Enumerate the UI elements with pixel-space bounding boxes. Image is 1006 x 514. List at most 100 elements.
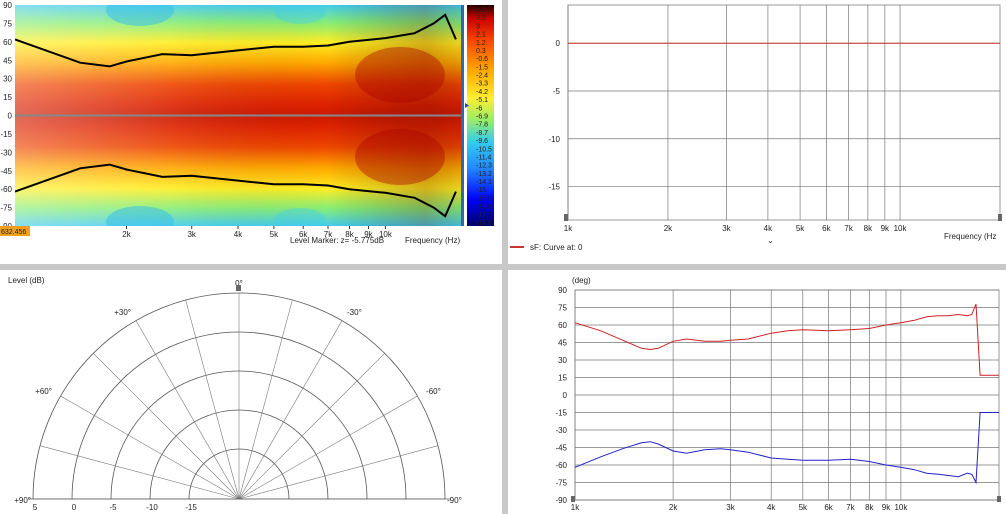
colorbar-label: -3.3 xyxy=(476,81,488,88)
sonogram-y-tick: 75 xyxy=(3,19,12,28)
colorbar-label: -14.1 xyxy=(476,179,492,186)
sonogram-x-tick: 5k xyxy=(270,230,279,239)
phase-y-tick: -75 xyxy=(555,479,567,488)
colorbar-label: -0.6 xyxy=(476,56,488,63)
phase-y-tick: 75 xyxy=(558,304,567,313)
polar-spoke xyxy=(93,353,240,500)
colorbar-label: -16.8 xyxy=(476,204,492,211)
sonogram-chart[interactable]: 9075604530150-15-30-45-60-75-90 2k3k4k5k… xyxy=(0,0,502,264)
colorbar-label: -5.1 xyxy=(476,97,488,104)
phase-x-tick: 1k xyxy=(571,503,580,512)
colorbar-label: -15 xyxy=(476,187,486,194)
colorbar-label: -10.5 xyxy=(476,146,492,153)
response-x-tick: 9k xyxy=(881,224,890,233)
phase-y-tick: -90 xyxy=(555,496,567,505)
colorbar-label: -13.2 xyxy=(476,171,492,178)
polar-top-handle[interactable] xyxy=(236,285,241,291)
response-x-tick: 3k xyxy=(722,224,731,233)
polar-spoke xyxy=(60,395,240,500)
vertical-splitter[interactable] xyxy=(502,0,508,514)
colorbar-label: 3.9 xyxy=(476,15,486,22)
response-y-tick: -10 xyxy=(548,135,560,144)
phase-x-tick: 3k xyxy=(726,503,735,512)
colorbar-label: -12.3 xyxy=(476,163,492,170)
response-x-tick: 5k xyxy=(796,224,805,233)
polar-angle-label: -60° xyxy=(426,387,441,396)
phase-x-tick: 9k xyxy=(882,503,891,512)
response-y-tick: 0 xyxy=(556,39,561,48)
level-marker-label: Level Marker: z= -5.775dB xyxy=(290,236,384,245)
sonogram-x-tick: 3k xyxy=(187,230,196,239)
response-x-tick: 10k xyxy=(894,224,908,233)
polar-angle-label: -30° xyxy=(347,308,362,317)
response-x-tick: 1k xyxy=(564,224,573,233)
polar-level-label: Level (dB) xyxy=(8,276,45,285)
polar-ring-label: -15 xyxy=(185,503,197,512)
phase-y-tick: -15 xyxy=(555,409,567,418)
colorbar-label: 2.1 xyxy=(476,32,486,39)
chevron-down-icon[interactable]: ⌄ xyxy=(767,236,774,245)
legend-label: sF: Curve at: 0 xyxy=(530,243,583,252)
sonogram-x-tick: 4k xyxy=(234,230,243,239)
polar-ring-label: -5 xyxy=(109,503,117,512)
colorbar-label: -8.7 xyxy=(476,130,488,137)
colorbar-label: -9.6 xyxy=(476,138,488,145)
x-scroll-handle-left[interactable] xyxy=(564,214,568,221)
phase-y-tick: 60 xyxy=(558,321,567,330)
horizontal-splitter[interactable] xyxy=(0,264,1006,270)
sonogram-y-tick: 0 xyxy=(8,112,13,121)
sonogram-y-tick: -15 xyxy=(0,130,12,139)
phase-x-tick: 2k xyxy=(669,503,678,512)
sonogram-y-tick: -60 xyxy=(0,185,12,194)
sonogram-y-tick: 45 xyxy=(3,56,12,65)
response-y-tick: -15 xyxy=(548,183,560,192)
sonogram-panel: 9075604530150-15-30-45-60-75-90 2k3k4k5k… xyxy=(0,0,502,264)
phase-x-tick: 4k xyxy=(767,503,776,512)
colorbar-label: -2.4 xyxy=(476,73,488,80)
response-frequency-label: Frequency (Hz xyxy=(944,232,996,241)
response-x-tick: 7k xyxy=(844,224,853,233)
x-scroll-handle-right[interactable] xyxy=(998,214,1002,221)
phase-scroll-left[interactable] xyxy=(571,496,575,502)
phase-y-tick: 45 xyxy=(558,339,567,348)
polar-ring-label: 5 xyxy=(33,503,38,512)
colorbar-label: -15.9 xyxy=(476,195,492,202)
phase-y-tick: 30 xyxy=(558,356,567,365)
sonogram-y-tick: -45 xyxy=(0,167,12,176)
sonogram-y-tick: -30 xyxy=(0,148,12,157)
colorbar-label: -6.9 xyxy=(476,114,488,121)
colorbar-label: 0.3 xyxy=(476,48,486,55)
sonogram-y-tick: 15 xyxy=(3,93,12,102)
sonogram-y-tick: 60 xyxy=(3,38,12,47)
colorbar-label: -17.7 xyxy=(476,212,492,219)
phase-y-tick: 15 xyxy=(558,374,567,383)
polar-spoke xyxy=(238,395,418,500)
phase-scroll-right[interactable] xyxy=(997,496,1001,502)
colorbar-label: 4.8 xyxy=(476,7,486,14)
phase-chart[interactable]: (deg) 90 75 60 45 30 15 0 -15 -30 -45 -60 -75 -90 1k… xyxy=(508,270,1006,514)
phase-y-unit: (deg) xyxy=(572,276,591,285)
polar-angle-label: +90° xyxy=(14,496,31,505)
polar-chart[interactable]: Level (dB) 0°+30° -30°+60° -60°+90° -90°5 0-… xyxy=(0,270,502,514)
polar-angle-label: +30° xyxy=(114,308,131,317)
polar-angle-label: -90° xyxy=(447,496,462,505)
sonogram-y-tick: 30 xyxy=(3,75,12,84)
phase-x-tick: 10k xyxy=(894,503,908,512)
polar-ring-label: -10 xyxy=(146,503,158,512)
response-panel: 0 -5 -10 -15 1k 2k 3k 4k 5k 6k 7k 8k 9k 10k Frequenc… xyxy=(508,0,1006,264)
phase-y-tick: -60 xyxy=(555,461,567,470)
phase-x-tick: 5k xyxy=(799,503,808,512)
colorbar-label: 1.2 xyxy=(476,40,486,47)
phase-x-tick: 7k xyxy=(846,503,855,512)
polar-spoke xyxy=(185,299,240,500)
sonogram-y-tick: 90 xyxy=(3,1,12,10)
polar-spoke xyxy=(238,320,343,500)
polar-spoke xyxy=(238,445,439,500)
phase-y-tick: -45 xyxy=(555,444,567,453)
response-chart[interactable]: 0 -5 -10 -15 1k 2k 3k 4k 5k 6k 7k 8k 9k 10k Frequenc… xyxy=(508,0,1006,264)
colorbar-label: -7.8 xyxy=(476,122,488,129)
polar-spoke xyxy=(39,445,240,500)
response-x-tick: 4k xyxy=(764,224,773,233)
response-x-tick: 2k xyxy=(664,224,673,233)
colorbar-label: -1.5 xyxy=(476,64,488,71)
